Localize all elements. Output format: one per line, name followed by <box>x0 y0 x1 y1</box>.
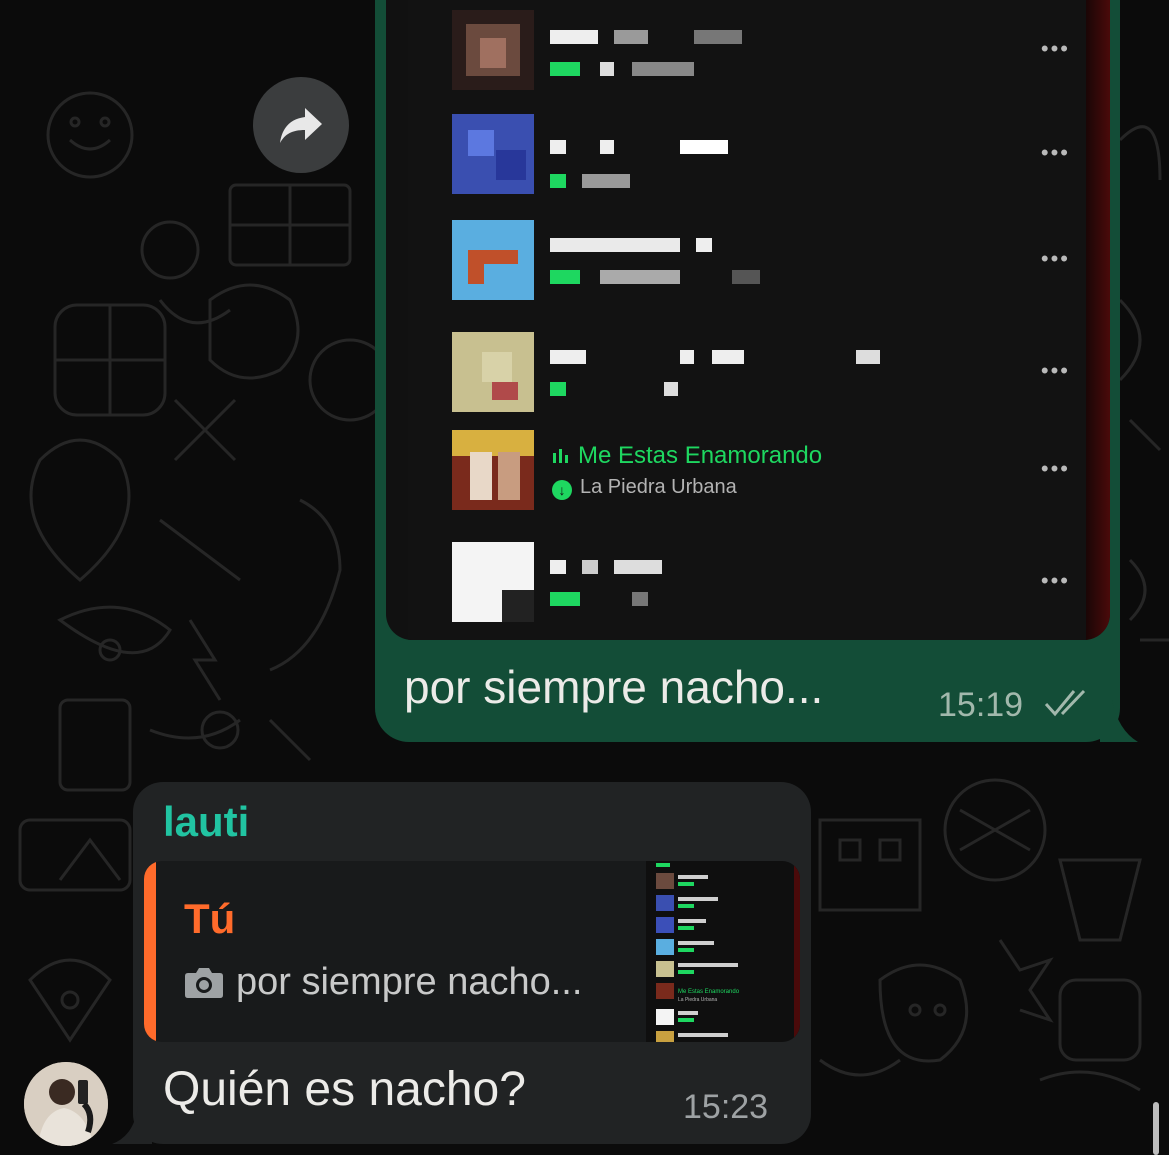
album-art <box>452 10 534 90</box>
outgoing-bubble-tail <box>1100 700 1138 742</box>
track-row: ••• <box>452 220 1092 300</box>
message-time: 15:19 <box>938 686 1024 724</box>
track-row: ••• <box>452 10 1092 90</box>
camera-icon <box>185 968 223 998</box>
track-menu-icon: ••• <box>1040 36 1070 61</box>
scrollbar[interactable] <box>1153 1102 1159 1155</box>
quote-thumb-artist: La Piedra Urbana <box>678 997 718 1003</box>
double-check-icon <box>1044 689 1086 717</box>
album-art <box>452 332 534 412</box>
track-menu-icon: ••• <box>1040 246 1070 271</box>
track-menu-icon: ••• <box>1040 358 1070 383</box>
album-art <box>452 430 534 510</box>
incoming-bubble-tail <box>112 1106 152 1144</box>
spotify-screenshot: ••• ••• ••• ••• Me Estas Enamorando ↓ La… <box>408 0 1086 640</box>
screenshot-edge <box>1086 0 1110 640</box>
track-menu-icon: ••• <box>1040 456 1070 481</box>
sender-name[interactable]: lauti <box>163 798 249 846</box>
image-attachment[interactable]: ••• ••• ••• ••• Me Estas Enamorando ↓ La… <box>386 0 1110 640</box>
user-avatar[interactable] <box>24 1062 108 1146</box>
track-row: ••• <box>452 114 1092 194</box>
track-artist: ↓ La Piedra Urbana <box>552 476 737 500</box>
quote-text: por siempre nacho... <box>236 961 583 1003</box>
album-art <box>452 114 534 194</box>
track-title-text: Me Estas Enamorando <box>578 442 823 469</box>
message-caption: por siempre nacho... <box>404 661 824 713</box>
quote-thumbnail: Me Estas Enamorando La Piedra Urbana <box>646 861 800 1042</box>
avatar-photo <box>24 1062 108 1146</box>
quote-accent-bar <box>144 861 156 1042</box>
message-time: 15:23 <box>683 1088 769 1126</box>
track-menu-icon: ••• <box>1040 568 1070 593</box>
track-artist-text: La Piedra Urbana <box>580 476 737 498</box>
equalizer-icon <box>553 449 568 463</box>
quote-thumb-title: Me Estas Enamorando <box>678 989 740 995</box>
track-row: ••• <box>452 332 1092 412</box>
album-art <box>452 220 534 300</box>
track-row: ••• <box>452 542 1092 622</box>
downloaded-icon: ↓ <box>552 480 572 500</box>
forward-button[interactable] <box>253 77 349 173</box>
track-row-playing: Me Estas Enamorando ↓ La Piedra Urbana ••… <box>452 430 1092 510</box>
track-menu-icon: ••• <box>1040 140 1070 165</box>
album-art <box>452 542 534 622</box>
track-title: Me Estas Enamorando <box>552 442 822 470</box>
quote-author: Tú <box>184 895 236 942</box>
forward-arrow-icon <box>280 108 322 143</box>
message-text: Quién es nacho? <box>163 1063 526 1116</box>
quoted-reply[interactable]: Tú por siempre nacho... Me Estas Enamora… <box>144 861 800 1042</box>
